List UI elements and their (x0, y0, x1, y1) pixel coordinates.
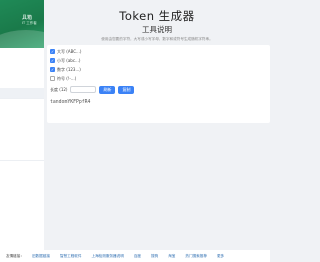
sidebar-item[interactable] (0, 124, 44, 134)
footer-link[interactable]: 旧数据链接 (32, 254, 50, 259)
length-input[interactable] (70, 86, 97, 93)
brand-header[interactable]: 具箱 IT 工作者 (0, 0, 44, 48)
option-numbers-label: 数字 (123...) (57, 66, 81, 72)
brand-title: 具箱 (22, 15, 33, 21)
checkbox-checked-icon[interactable]: ✓ (50, 67, 55, 72)
option-numbers[interactable]: ✓ 数字 (123...) (50, 66, 81, 73)
copy-button[interactable]: 复制 (118, 85, 135, 94)
length-row: 长度 (12) 刷新 复制 (50, 85, 135, 94)
checkbox-unchecked-icon[interactable]: ✓ (50, 76, 55, 81)
footer-link[interactable]: 百度 (134, 254, 141, 259)
sidebar: 具箱 IT 工作者 (0, 0, 44, 262)
length-label: 长度 (12) (50, 86, 68, 92)
footer-label: 友情链接： (6, 253, 24, 258)
page-description: 使用由您要的字符，大写或小写字母、数字和或符号生成随机字符串。 (101, 37, 213, 41)
sidebar-divider (0, 160, 44, 161)
option-symbols[interactable]: ✓ 符号 (!-...) (50, 75, 76, 82)
checkbox-checked-icon[interactable]: ✓ (50, 49, 55, 54)
option-symbols-label: 符号 (!-...) (57, 75, 77, 81)
refresh-button[interactable]: 刷新 (99, 85, 116, 94)
footer-links-bar: 友情链接： 旧数据链接 智慧工程软件 上海检测服务器说明 百度 搜狗 淘宝 热门… (0, 250, 270, 262)
checkbox-checked-icon[interactable]: ✓ (50, 58, 55, 63)
option-lowercase[interactable]: ✓ 小写 (abc...) (50, 57, 80, 64)
page-subtitle: 工具说明 (142, 25, 172, 34)
sidebar-divider (0, 98, 44, 99)
footer-link[interactable]: 上海检测服务器说明 (92, 254, 124, 259)
footer-link[interactable]: 智慧工程软件 (60, 254, 82, 259)
page-title: Token 生成器 (119, 9, 195, 23)
token-generator-card: ✓ 大写 (ABC...) ✓ 小写 (abc...) ✓ 数字 (123...… (47, 45, 270, 123)
option-lowercase-label: 小写 (abc...) (57, 57, 81, 63)
footer-link[interactable]: 更多 (217, 254, 224, 259)
footer-link[interactable]: 搜狗 (151, 254, 158, 259)
sidebar-item[interactable] (0, 136, 44, 146)
sidebar-item-active[interactable] (0, 88, 44, 98)
footer-link[interactable]: 热门搜索推荐 (185, 254, 207, 259)
token-output[interactable]: tandomYKFPpfR4 (50, 100, 90, 105)
option-uppercase-label: 大写 (ABC...) (57, 48, 82, 54)
option-uppercase[interactable]: ✓ 大写 (ABC...) (50, 48, 81, 55)
sidebar-item[interactable] (0, 186, 44, 196)
footer-link[interactable]: 淘宝 (168, 254, 175, 259)
sidebar-item[interactable] (0, 204, 44, 214)
brand-subtitle: IT 工作者 (22, 21, 37, 25)
